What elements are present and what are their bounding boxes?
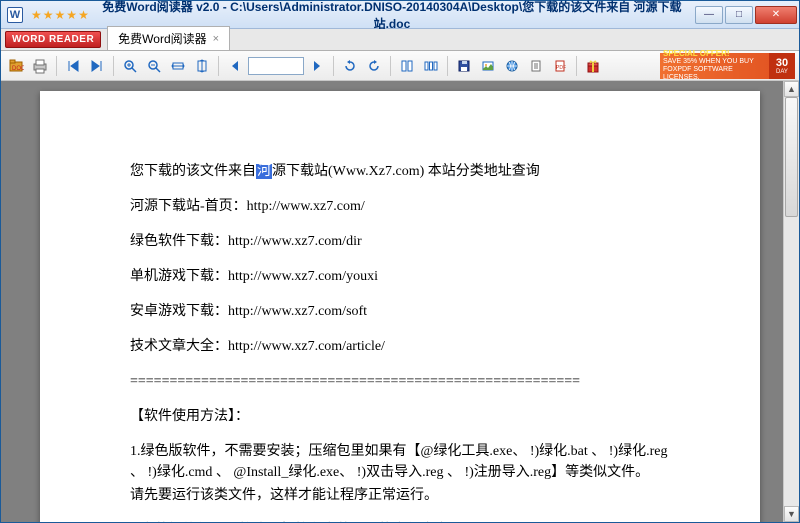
first-icon [66,59,80,73]
selection-highlight: 河 [256,164,272,179]
open-icon: DOC [8,58,24,74]
save-icon [457,59,471,73]
open-button[interactable]: DOC [5,55,27,77]
print-button[interactable] [29,55,51,77]
fit-width-button[interactable] [167,55,189,77]
tabstrip: WORD READER 免费Word阅读器 × [1,29,799,51]
rating-stars: ★ ★ ★ ★ ★ [31,8,89,22]
document-page: 您下载的该文件来自河源下载站(Www.Xz7.com) 本站分类地址查询 河源下… [40,91,760,522]
text-line: 您下载的该文件来自河源下载站(Www.Xz7.com) 本站分类地址查询 [130,161,680,182]
export-image-button[interactable] [477,55,499,77]
fit-page-icon [195,59,209,73]
text-line: 1.绿色版软件，不需要安装；压缩包里如果有【@绿化工具.exe、 !)绿化.ba… [130,441,680,483]
separator [56,56,57,76]
txt-icon [529,59,543,73]
next-page-button[interactable] [306,55,328,77]
zoom-in-button[interactable] [119,55,141,77]
text-line: 绿色软件下载：http://www.xz7.com/dir [130,231,680,252]
document-viewport[interactable]: 您下载的该文件来自河源下载站(Www.Xz7.com) 本站分类地址查询 河源下… [1,81,799,522]
text-line: 安卓游戏下载：http://www.xz7.com/soft [130,301,680,322]
text-line: 【软件使用方法】： [130,406,680,427]
close-button[interactable]: ✕ [755,6,797,24]
brand-logo: WORD READER [5,31,101,48]
export-pdf-button[interactable]: PDF [549,55,571,77]
zoom-out-icon [147,59,161,73]
save-button[interactable] [453,55,475,77]
prev-icon [229,60,241,72]
export-html-button[interactable] [501,55,523,77]
rotate-left-icon [343,59,357,73]
text-line: 单机游戏下载：http://www.xz7.com/youxi [130,266,680,287]
first-page-button[interactable] [62,55,84,77]
export-txt-button[interactable] [525,55,547,77]
separator [576,56,577,76]
fit-page-button[interactable] [191,55,213,77]
zoom-out-button[interactable] [143,55,165,77]
separator [218,56,219,76]
scroll-down-button[interactable]: ▼ [784,506,799,522]
rotate-right-button[interactable] [363,55,385,77]
layout-icon [400,59,414,73]
star-icon: ★ [66,8,77,22]
document-tab[interactable]: 免费Word阅读器 × [107,26,230,50]
text-line: 技术文章大全：http://www.xz7.com/article/ [130,336,680,357]
separator-line: ========================================… [130,371,680,392]
last-page-button[interactable] [86,55,108,77]
prev-page-button[interactable] [224,55,246,77]
titlebar: W ★ ★ ★ ★ ★ 免费Word阅读器 v2.0 - C:\Users\Ad… [1,1,799,29]
minimize-button[interactable]: — [695,6,723,24]
text-line: 2.安装好软件后，将注册机放在安装目录的文件夹内 [130,520,680,522]
text-line: 请先要运行该类文件，这样才能让程序正常运行。 [130,485,680,506]
separator [447,56,448,76]
page-number-input[interactable] [248,57,304,75]
next-icon [311,60,323,72]
layout-icon [424,59,438,73]
tab-label: 免费Word阅读器 [118,30,206,47]
svg-text:DOC: DOC [12,66,24,72]
banner-day-badge: 30 DAY [769,53,795,79]
gift-icon [586,59,600,73]
banner-text: SPECIAL OFFER! SAVE 35% WHEN YOU BUY FOX… [660,50,769,82]
tab-close-icon[interactable]: × [213,33,219,45]
svg-text:PDF: PDF [556,65,566,71]
star-icon: ★ [43,8,54,22]
star-icon: ★ [78,8,89,22]
print-icon [32,58,48,74]
maximize-button[interactable]: □ [725,6,753,24]
app-icon: W [7,7,23,23]
gift-button[interactable] [582,55,604,77]
text-line: 河源下载站-首页：http://www.xz7.com/ [130,196,680,217]
zoom-in-icon [123,59,137,73]
promo-banner[interactable]: SPECIAL OFFER! SAVE 35% WHEN YOU BUY FOX… [660,53,795,79]
image-icon [481,59,495,73]
layout2-button[interactable] [420,55,442,77]
fit-width-icon [171,59,185,73]
rotate-left-button[interactable] [339,55,361,77]
scroll-track[interactable] [784,97,799,506]
html-icon [505,59,519,73]
rotate-right-icon [367,59,381,73]
separator [113,56,114,76]
pdf-icon: PDF [553,59,567,73]
scroll-thumb[interactable] [785,97,798,217]
separator [390,56,391,76]
toolbar: DOC PDF SPECIAL OFFER! SAVE 35% WHEN [1,51,799,81]
scroll-up-button[interactable]: ▲ [784,81,799,97]
vertical-scrollbar[interactable]: ▲ ▼ [783,81,799,522]
last-icon [90,59,104,73]
layout-button[interactable] [396,55,418,77]
star-icon: ★ [55,8,66,22]
separator [333,56,334,76]
star-icon: ★ [31,8,42,22]
